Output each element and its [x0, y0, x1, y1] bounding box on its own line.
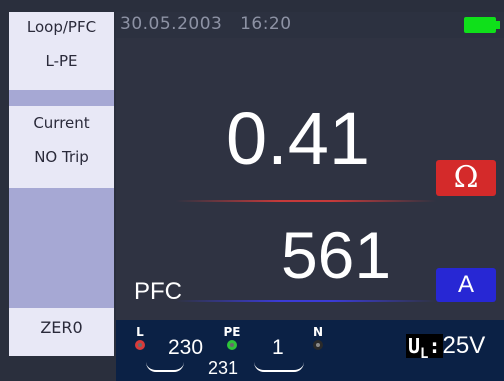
terminal-l-label: L: [136, 325, 144, 339]
display-screen: 30.05.2003 16:20 0.41 Ω 561 PFC A: [116, 12, 504, 320]
touch-voltage-limit: UL:25V: [406, 332, 485, 362]
current-mode-button[interactable]: Current NO Trip: [9, 106, 114, 188]
status-bar: 30.05.2003 16:20: [116, 12, 504, 38]
voltage-l-n: 231: [208, 358, 239, 378]
amp-unit-badge: A: [436, 268, 496, 302]
pfc-value: 561: [280, 218, 392, 292]
zero-label: ZER0: [40, 318, 83, 337]
terminal-pe-icon: [227, 340, 237, 350]
trip-label: NO Trip: [34, 148, 89, 166]
pfc-label: PFC: [134, 278, 182, 305]
voltage-l-pe: 230: [168, 336, 204, 359]
divider-red: [176, 200, 436, 202]
terminal-voltage-bar: L PE N 230 1 231 UL:25V: [116, 320, 504, 381]
bracket-left: [146, 360, 184, 372]
terminal-l-icon: [135, 340, 145, 350]
mode-label: L-PE: [45, 52, 78, 70]
ul-subscript: L: [420, 346, 429, 362]
ohm-unit-badge: Ω: [436, 160, 496, 196]
terminal-n-label: N: [312, 325, 324, 339]
function-loop-pfc-button[interactable]: Loop/PFC L-PE: [9, 12, 114, 90]
loop-impedance-value: 0.41: [225, 97, 371, 180]
ul-value: 25V: [442, 332, 486, 359]
terminal-pe-label: PE: [223, 325, 241, 339]
current-label: Current: [33, 114, 90, 132]
side-menu: Loop/PFC L-PE Current NO Trip ZER0: [9, 12, 114, 356]
zero-button[interactable]: ZER0: [9, 308, 114, 356]
terminal-pe: PE: [222, 326, 242, 350]
bracket-right: [254, 360, 304, 372]
ul-label: UL:: [406, 334, 443, 362]
terminal-l: L: [130, 326, 150, 350]
divider-blue: [176, 300, 436, 302]
terminal-n-icon: [313, 340, 323, 350]
time: 16:20: [240, 14, 292, 34]
terminal-n: N: [308, 326, 328, 350]
function-label: Loop/PFC: [26, 18, 97, 36]
voltage-pe-n: 1: [272, 336, 284, 359]
date: 30.05.2003: [120, 14, 223, 34]
datetime: 30.05.2003 16:20: [120, 14, 292, 34]
ul-letter: U: [408, 334, 421, 358]
battery-full-icon: [464, 17, 500, 33]
